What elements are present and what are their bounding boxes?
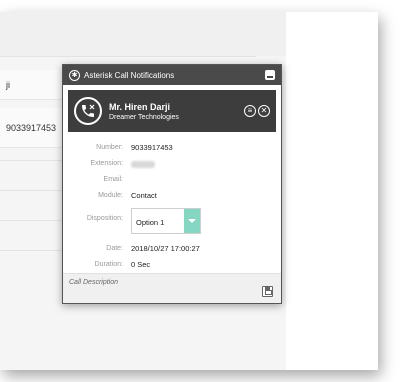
popup-titlebar: ✱ Asterisk Call Notifications: [63, 65, 281, 85]
background-row-text: ji: [6, 79, 10, 90]
background-divider: [0, 56, 256, 57]
phone-icon: [74, 97, 102, 125]
date-label: Date:: [106, 245, 123, 252]
save-icon[interactable]: [262, 286, 273, 297]
background-right-pane: [286, 12, 378, 370]
asterisk-icon: ✱: [69, 69, 80, 81]
caller-name: Mr. Hiren Darji: [109, 101, 171, 112]
extension-label: Extension:: [90, 160, 123, 167]
disposition-value: Option 1: [136, 218, 165, 227]
number-label: Number:: [96, 144, 123, 151]
duration-row: Duration: 0 Sec: [63, 259, 281, 271]
background-top-strip: [0, 12, 286, 56]
call-details: Number: 9033917453 Extension: Email: Mod…: [63, 132, 281, 269]
caller-info: Mr. Hiren Darji Dreamer Technologies: [109, 102, 244, 121]
number-value: 9033917453: [131, 143, 173, 152]
redacted-value: [131, 160, 155, 168]
call-description-label: Call Description: [69, 279, 119, 286]
list-icon[interactable]: ≡: [244, 105, 256, 117]
module-row: Module: Contact: [63, 190, 281, 202]
popup-title: Asterisk Call Notifications: [84, 70, 175, 80]
extension-value: [131, 159, 155, 168]
duration-label: Duration:: [94, 261, 123, 268]
disposition-label: Disposition:: [86, 215, 123, 222]
date-value: 2018/10/27 17:00:27: [131, 244, 200, 253]
email-label: Email:: [103, 176, 123, 183]
minimize-icon[interactable]: [265, 70, 275, 80]
call-notification-popup: ✱ Asterisk Call Notifications Mr. Hiren …: [62, 64, 282, 304]
background-row-text: 9033917453: [6, 122, 57, 133]
disposition-select[interactable]: Option 1: [131, 208, 201, 234]
module-label: Module:: [98, 192, 123, 199]
close-icon[interactable]: ✕: [258, 105, 270, 117]
disposition-row: Disposition: Option 1: [63, 208, 281, 234]
email-row: Email:: [63, 174, 281, 186]
header-actions: ≡ ✕: [244, 105, 270, 117]
caller-header: Mr. Hiren Darji Dreamer Technologies ≡ ✕: [68, 90, 276, 132]
chevron-down-icon[interactable]: [184, 209, 200, 233]
caller-company: Dreamer Technologies: [109, 113, 179, 121]
number-row: Number: 9033917453: [63, 142, 281, 154]
call-description-area[interactable]: Call Description: [63, 273, 281, 303]
duration-value: 0 Sec: [131, 260, 151, 269]
extension-row: Extension:: [63, 158, 281, 170]
module-value: Contact: [131, 191, 157, 200]
date-row: Date: 2018/10/27 17:00:27: [63, 243, 281, 255]
